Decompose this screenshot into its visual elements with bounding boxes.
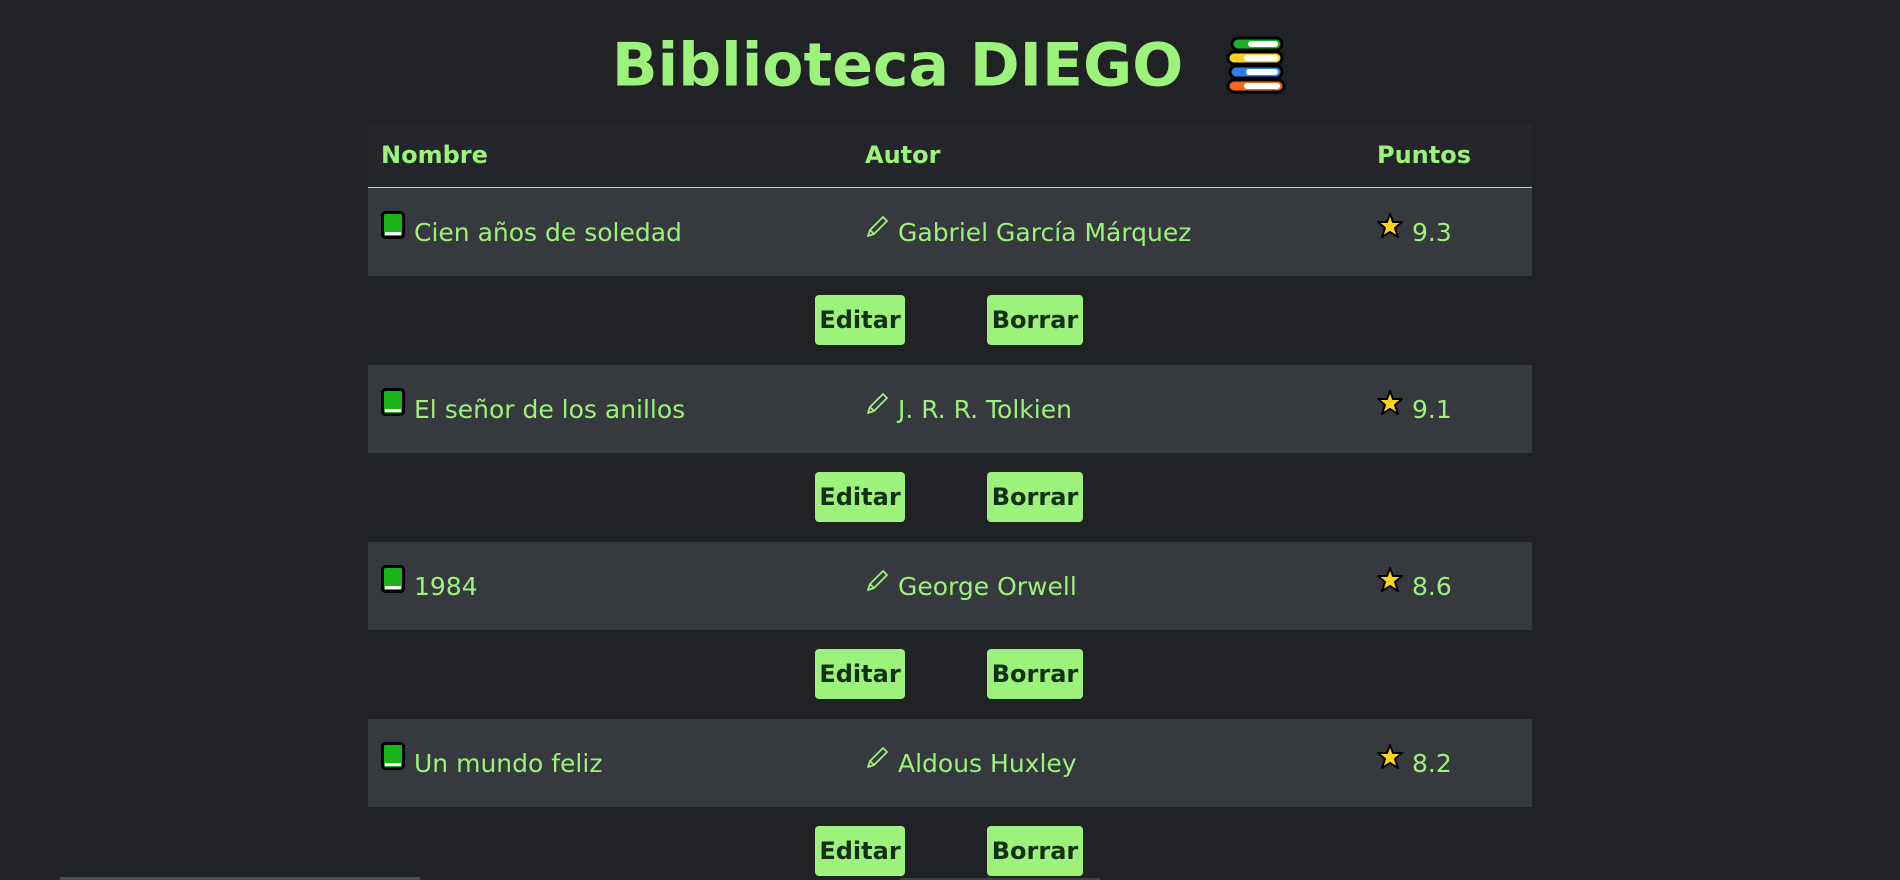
book-author: J. R. R. Tolkien xyxy=(898,395,1072,424)
table-header: Nombre Autor Puntos xyxy=(368,124,1532,188)
table-row: Un mundo feliz Aldous Huxley 8.2 xyxy=(368,719,1532,807)
book-points-cell: 9.3 xyxy=(1377,188,1452,276)
book-author-cell: Aldous Huxley xyxy=(865,719,1077,807)
table-row: Cien años de soledad Gabriel García Márq… xyxy=(368,188,1532,276)
edit-button[interactable]: Editar xyxy=(815,826,905,876)
row-actions: Editar Borrar xyxy=(368,276,1532,365)
table-row: 1984 George Orwell 8.6 xyxy=(368,542,1532,630)
green-book-icon xyxy=(381,718,405,806)
delete-button[interactable]: Borrar xyxy=(987,826,1083,876)
header-name: Nombre xyxy=(381,141,488,169)
pencil-icon xyxy=(865,718,889,806)
page-title-text: Biblioteca DIEGO xyxy=(611,30,1184,101)
page-title: Biblioteca DIEGO xyxy=(0,18,1900,106)
book-name: Un mundo feliz xyxy=(414,749,603,778)
header-author: Autor xyxy=(865,141,941,169)
header-points: Puntos xyxy=(1377,141,1472,169)
book-name: Cien años de soledad xyxy=(414,218,682,247)
book-name-cell: El señor de los anillos xyxy=(381,365,685,453)
book-name: El señor de los anillos xyxy=(414,395,686,424)
books-table: Nombre Autor Puntos Cien años de soledad… xyxy=(368,124,1532,880)
edit-button[interactable]: Editar xyxy=(815,472,905,522)
pencil-icon xyxy=(865,541,889,629)
star-icon xyxy=(1377,541,1403,629)
book-points-cell: 8.6 xyxy=(1377,542,1452,630)
book-points-cell: 9.1 xyxy=(1377,365,1452,453)
edit-button[interactable]: Editar xyxy=(815,649,905,699)
book-author: Aldous Huxley xyxy=(898,749,1077,778)
book-points: 8.6 xyxy=(1412,572,1452,601)
book-name: 1984 xyxy=(414,572,478,601)
book-author-cell: Gabriel García Márquez xyxy=(865,188,1191,276)
row-actions: Editar Borrar xyxy=(368,807,1532,880)
book-name-cell: Un mundo feliz xyxy=(381,719,602,807)
star-icon xyxy=(1377,364,1403,452)
table-row: El señor de los anillos J. R. R. Tolkien… xyxy=(368,365,1532,453)
green-book-icon xyxy=(381,364,405,452)
row-actions: Editar Borrar xyxy=(368,453,1532,542)
green-book-icon xyxy=(381,541,405,629)
delete-button[interactable]: Borrar xyxy=(987,649,1083,699)
book-points: 9.1 xyxy=(1412,395,1452,424)
row-actions: Editar Borrar xyxy=(368,630,1532,719)
edit-button[interactable]: Editar xyxy=(815,295,905,345)
book-name-cell: 1984 xyxy=(381,542,478,630)
pencil-icon xyxy=(865,364,889,452)
delete-button[interactable]: Borrar xyxy=(987,472,1083,522)
book-points: 8.2 xyxy=(1412,749,1452,778)
delete-button[interactable]: Borrar xyxy=(987,295,1083,345)
book-author-cell: George Orwell xyxy=(865,542,1077,630)
star-icon xyxy=(1377,187,1403,275)
green-book-icon xyxy=(381,187,405,275)
page: Biblioteca DIEGO Nombre Autor Puntos Cie… xyxy=(0,0,1900,880)
book-points-cell: 8.2 xyxy=(1377,719,1452,807)
book-author: Gabriel García Márquez xyxy=(898,218,1192,247)
book-author: George Orwell xyxy=(898,572,1077,601)
books-stack-icon xyxy=(1226,32,1288,94)
book-points: 9.3 xyxy=(1412,218,1452,247)
book-name-cell: Cien años de soledad xyxy=(381,188,682,276)
star-icon xyxy=(1377,718,1403,806)
book-author-cell: J. R. R. Tolkien xyxy=(865,365,1072,453)
pencil-icon xyxy=(865,187,889,275)
